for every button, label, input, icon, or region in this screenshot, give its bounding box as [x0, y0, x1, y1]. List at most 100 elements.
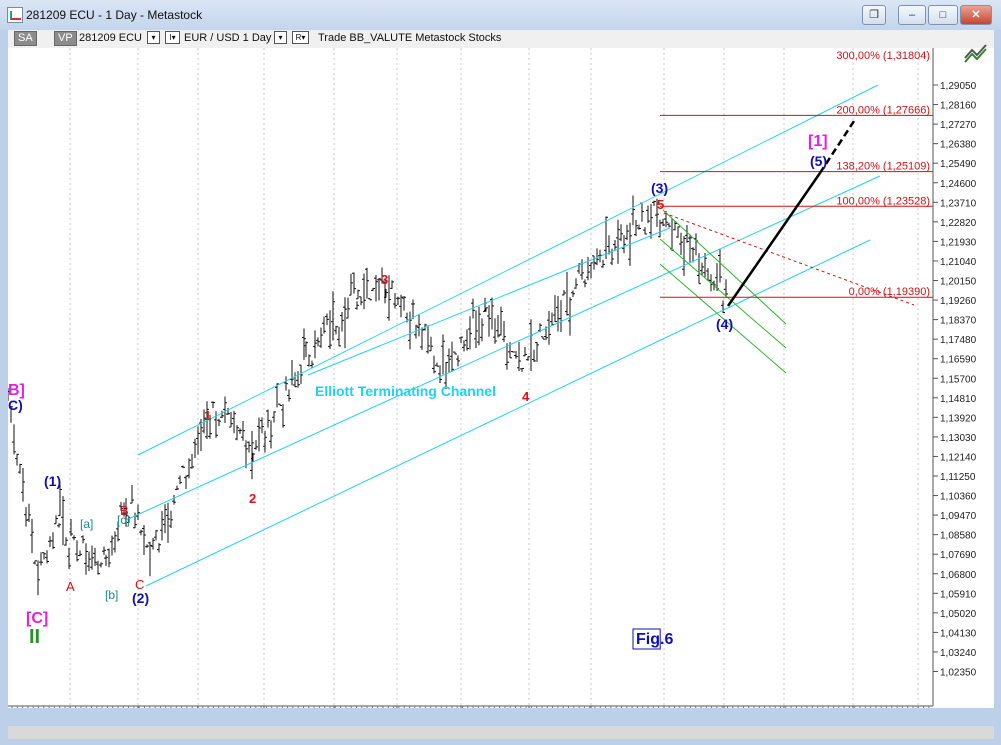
- ohlc-bar: [293, 372, 297, 388]
- ohlc-bar: [604, 216, 608, 260]
- ohlc-bar: [337, 326, 341, 347]
- restore-icon[interactable]: ❐: [862, 5, 886, 25]
- minimize-button[interactable]: –: [898, 5, 926, 25]
- ohlc-bar: [511, 351, 515, 353]
- y-tick-label: 1,22820: [940, 218, 977, 229]
- ohlc-bar: [349, 273, 353, 296]
- metastock-window: 281209 ECU - 1 Day - Metastock ❐ – □ ✕ S…: [0, 0, 1001, 745]
- ohlc-bar: [260, 417, 264, 434]
- ohlc-bar: [411, 299, 415, 320]
- ohlc-bar: [104, 554, 108, 566]
- ohlc-bar: [520, 368, 524, 372]
- wave-b-label: [b]: [105, 588, 118, 602]
- ohlc-bar: [244, 440, 248, 469]
- ohlc-bar: [241, 420, 245, 441]
- ohlc-bar: [450, 341, 454, 372]
- ohlc-bar: [175, 485, 179, 491]
- ohlc-bar: [334, 325, 338, 335]
- y-tick-label: 1,14810: [940, 394, 977, 405]
- ohlc-bar: [193, 438, 197, 459]
- ohlc-bar: [426, 325, 430, 354]
- price-chart[interactable]: 300,00% (1,31804) 200,00% (1,27666) 138,20…: [6, 48, 994, 721]
- ohlc-bar: [187, 458, 191, 479]
- ohlc-bar: [465, 329, 469, 351]
- ohlc-bar: [631, 195, 635, 226]
- y-tick-label: 1,05910: [940, 589, 977, 600]
- ohlc-bar: [304, 341, 308, 358]
- horizontal-scrollbar[interactable]: [8, 726, 994, 739]
- ohlc-bar: [496, 314, 500, 338]
- ohlc-bar: [145, 544, 149, 548]
- ohlc-bar: [130, 484, 134, 504]
- ohlc-bar: [272, 411, 276, 423]
- ohlc-bar: [468, 316, 472, 350]
- y-tick-label: 1,05020: [940, 609, 977, 620]
- ohlc-bar: [502, 320, 506, 343]
- ohlc-bar: [553, 295, 557, 323]
- ohlc-bar: [290, 360, 294, 386]
- ohlc-bar: [42, 552, 46, 560]
- wave-p3-label: (3): [651, 180, 668, 196]
- ohlc-bar: [319, 327, 323, 348]
- ohlc-bar: [196, 426, 200, 455]
- sa-button[interactable]: SA: [14, 31, 37, 46]
- expert-dropdown-icon[interactable]: R▾: [292, 31, 309, 44]
- chart-area[interactable]: 300,00% (1,31804) 200,00% (1,27666) 138,20…: [6, 48, 994, 721]
- ohlc-bar: [622, 234, 626, 254]
- fib-level-label: 138,20% (1,25109): [836, 161, 930, 173]
- y-tick-label: 1,23710: [940, 198, 977, 209]
- chart-toolbar: SA VP 281209 ECU ▾ I▾ EUR / USD 1 Day ▾ …: [8, 30, 994, 48]
- ohlc-bar: [390, 280, 394, 289]
- ohlc-bar: [15, 453, 19, 466]
- wave-3-label: 3: [381, 272, 388, 287]
- fib-level-label: 300,00% (1,31804): [836, 50, 930, 62]
- symbol-label: 281209 ECU: [79, 32, 142, 44]
- ohlc-bar: [565, 271, 569, 316]
- channel-line: [125, 175, 881, 521]
- ohlc-bar: [247, 441, 251, 453]
- symbol-dropdown-icon[interactable]: ▾: [147, 31, 160, 44]
- ohlc-bar: [535, 341, 539, 362]
- title-bar[interactable]: 281209 ECU - 1 Day - Metastock ❐ – □ ✕: [0, 0, 1001, 30]
- ohlc-bar: [356, 289, 360, 300]
- ohlc-bar: [254, 440, 258, 450]
- ohlc-bar: [24, 507, 28, 527]
- ohlc-bar: [142, 524, 146, 556]
- wave-4-label: 4: [522, 389, 530, 404]
- drawing-tools-icon[interactable]: [962, 40, 990, 66]
- ohlc-bar: [61, 496, 65, 546]
- ohlc-bar: [447, 348, 451, 373]
- channel-line: [137, 84, 879, 456]
- ohlc-bar: [178, 475, 182, 485]
- ohlc-bar: [362, 273, 366, 310]
- ohlc-bar: [402, 295, 406, 311]
- security-dropdown-icon[interactable]: ▾: [274, 31, 287, 44]
- ohlc-bar: [181, 465, 185, 469]
- ohlc-bar: [417, 314, 421, 337]
- ohlc-bar: [456, 355, 460, 367]
- ohlc-bar: [136, 504, 140, 521]
- ohlc-bar: [36, 560, 40, 596]
- ohlc-bar: [33, 560, 37, 565]
- ohlc-bar: [556, 295, 560, 332]
- ohlc-bar: [163, 504, 167, 534]
- vp-button[interactable]: VP: [54, 31, 77, 46]
- ohlc-bar: [322, 316, 326, 334]
- y-tick-label: 1,24600: [940, 179, 977, 190]
- ohlc-bar: [102, 546, 106, 555]
- ohlc-bar: [64, 537, 68, 546]
- wave-5-label: 5: [657, 197, 664, 212]
- close-button[interactable]: ✕: [960, 5, 992, 25]
- interval-dropdown-icon[interactable]: I▾: [165, 31, 180, 44]
- ohlc-bar: [643, 227, 647, 235]
- maximize-button[interactable]: □: [928, 5, 958, 25]
- ohlc-bar: [441, 334, 445, 375]
- ohlc-bar: [670, 217, 674, 252]
- ohlc-bar: [139, 529, 143, 536]
- y-tick-label: 1,18370: [940, 316, 977, 327]
- ohlc-bar: [532, 349, 536, 362]
- ohlc-bar: [480, 318, 484, 342]
- ohlc-bar: [96, 560, 100, 575]
- ohlc-bar: [217, 418, 221, 427]
- ohlc-bar: [346, 297, 350, 319]
